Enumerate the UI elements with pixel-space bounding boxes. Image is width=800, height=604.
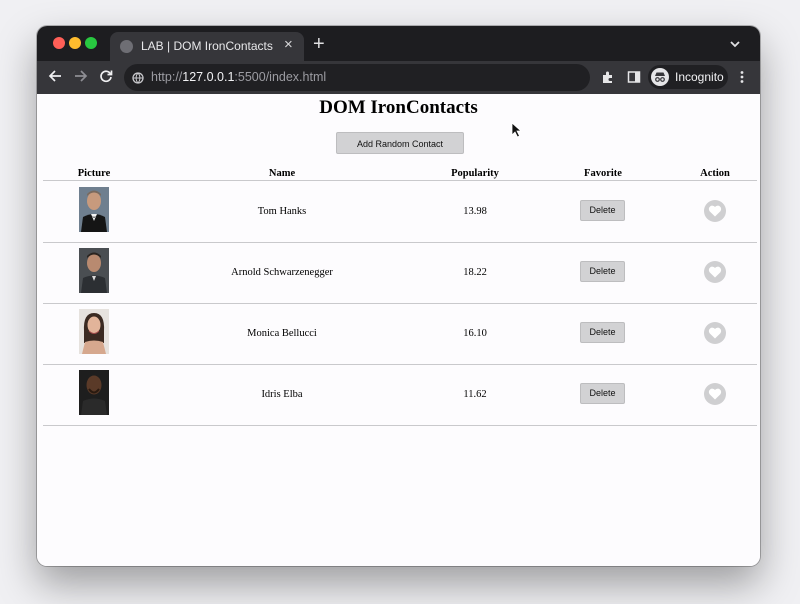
url-scheme: http:// bbox=[151, 70, 183, 84]
contact-popularity: 18.22 bbox=[463, 267, 487, 278]
forward-arrow-icon[interactable] bbox=[74, 69, 88, 88]
incognito-profile-button[interactable]: Incognito bbox=[648, 65, 728, 89]
table-divider bbox=[43, 425, 757, 426]
contact-name: Tom Hanks bbox=[257, 206, 307, 217]
contact-photo bbox=[79, 187, 109, 232]
contact-popularity: 11.62 bbox=[463, 389, 487, 400]
delete-button[interactable]: Delete bbox=[580, 322, 625, 343]
close-tab-icon[interactable]: × bbox=[284, 37, 293, 53]
contact-name: Idris Elba bbox=[261, 389, 303, 400]
column-header-favorite: Favorite bbox=[584, 168, 622, 179]
tab-active[interactable]: LAB | DOM IronContacts × bbox=[110, 32, 304, 61]
delete-button[interactable]: Delete bbox=[580, 383, 625, 404]
heart-icon[interactable] bbox=[704, 383, 726, 405]
back-arrow-icon[interactable] bbox=[48, 69, 62, 88]
contact-popularity: 13.98 bbox=[463, 206, 487, 217]
url-path: :5500/index.html bbox=[234, 70, 327, 84]
menu-kebab-icon[interactable] bbox=[739, 70, 745, 89]
incognito-icon bbox=[651, 68, 669, 86]
site-info-icon[interactable] bbox=[132, 71, 144, 89]
table-row: Arnold Schwarzenegger 18.22 Delete bbox=[43, 242, 757, 303]
zoom-window-light[interactable] bbox=[85, 37, 97, 49]
close-window-light[interactable] bbox=[53, 37, 65, 49]
tab-bar: LAB | DOM IronContacts × + bbox=[37, 26, 760, 61]
reload-icon[interactable] bbox=[99, 69, 113, 88]
add-random-contact-button[interactable]: Add Random Contact bbox=[336, 132, 464, 154]
table-row: Monica Bellucci 16.10 Delete bbox=[43, 303, 757, 364]
mouse-cursor-icon bbox=[511, 122, 523, 143]
contact-name: Monica Bellucci bbox=[247, 328, 317, 339]
delete-button[interactable]: Delete bbox=[580, 261, 625, 282]
url-text: http://127.0.0.1:5500/index.html bbox=[151, 70, 326, 84]
page-title: DOM IronContacts bbox=[319, 97, 478, 118]
minimize-window-light[interactable] bbox=[69, 37, 81, 49]
column-header-popularity: Popularity bbox=[451, 168, 499, 179]
delete-button[interactable]: Delete bbox=[580, 200, 625, 221]
url-host: 127.0.0.1 bbox=[182, 70, 235, 84]
globe-icon bbox=[120, 40, 133, 53]
heart-icon[interactable] bbox=[704, 261, 726, 283]
browser-toolbar: http://127.0.0.1:5500/index.html Incogni… bbox=[37, 61, 760, 94]
contact-photo bbox=[79, 370, 109, 415]
contact-photo bbox=[79, 248, 109, 293]
contact-popularity: 16.10 bbox=[463, 328, 487, 339]
profile-label: Incognito bbox=[675, 70, 724, 84]
table-row: Idris Elba 11.62 Delete bbox=[43, 364, 757, 425]
column-header-name: Name bbox=[268, 168, 296, 179]
chevron-down-icon[interactable] bbox=[729, 37, 741, 55]
browser-window: LAB | DOM IronContacts × + http://127.0.… bbox=[37, 26, 760, 566]
extensions-icon[interactable] bbox=[601, 70, 615, 89]
contact-photo bbox=[79, 309, 109, 354]
contact-name: Arnold Schwarzenegger bbox=[231, 267, 333, 278]
side-panel-icon[interactable] bbox=[627, 70, 641, 89]
table-row: Tom Hanks 13.98 Delete bbox=[43, 181, 757, 242]
heart-icon[interactable] bbox=[704, 200, 726, 222]
page-content: DOM IronContacts Add Random Contact Pict… bbox=[37, 94, 760, 566]
column-header-action: Action bbox=[700, 168, 730, 179]
column-header-picture: Picture bbox=[77, 168, 111, 179]
tab-title: LAB | DOM IronContacts bbox=[141, 39, 273, 53]
address-bar[interactable]: http://127.0.0.1:5500/index.html bbox=[124, 64, 590, 91]
new-tab-icon[interactable]: + bbox=[313, 34, 325, 54]
heart-icon[interactable] bbox=[704, 322, 726, 344]
